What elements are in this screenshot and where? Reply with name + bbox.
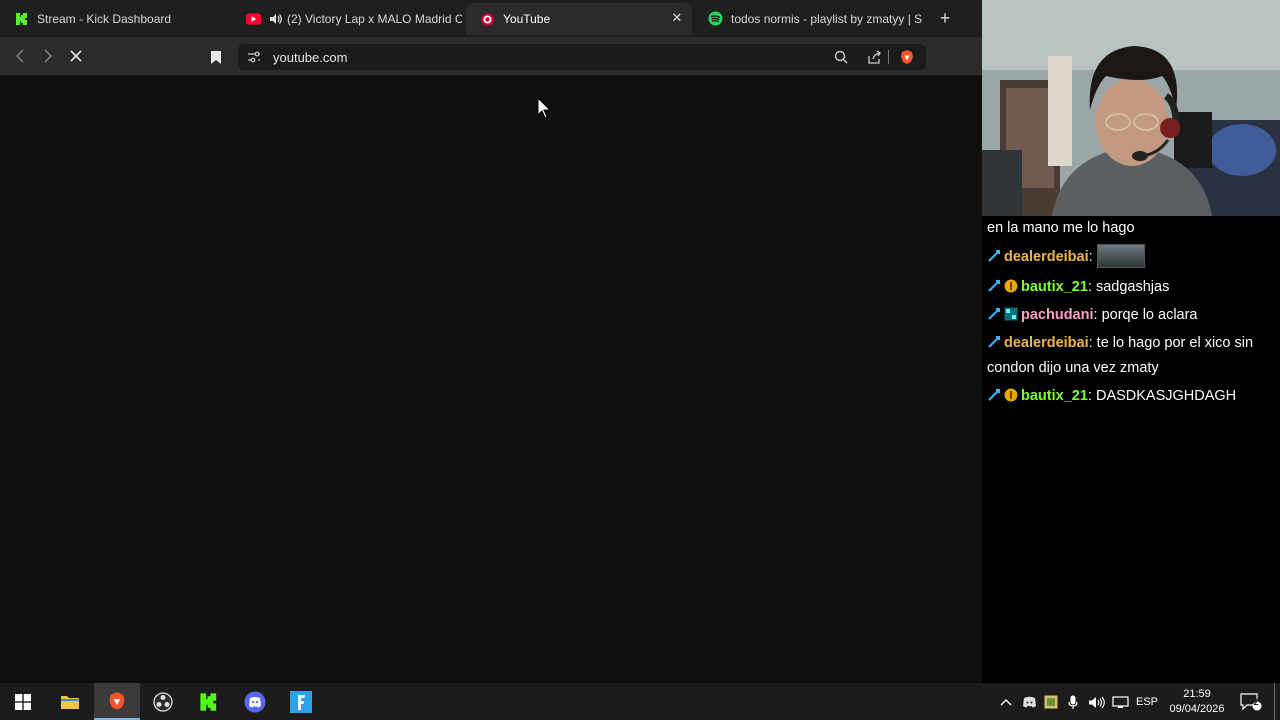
stream-chat: en la mano me lo hago dealerdeibai: baut… <box>987 216 1277 409</box>
chat-message: bautix_21: DASDKASJGHDAGH <box>987 384 1277 409</box>
discord-icon[interactable] <box>232 683 278 720</box>
chat-username[interactable]: dealerdeibai <box>1004 249 1089 265</box>
kick-verified-icon <box>987 247 1001 262</box>
close-tab-icon[interactable]: ✕ <box>670 11 684 25</box>
divider <box>888 50 889 64</box>
site-settings-icon[interactable] <box>246 49 262 65</box>
tab-title: todos normis - playlist by zmatyy | Sp <box>731 11 922 26</box>
taskbar-clock[interactable]: 21:59 09/04/2026 <box>1166 687 1228 717</box>
clock-date: 09/04/2026 <box>1169 703 1225 715</box>
back-button[interactable] <box>10 46 30 66</box>
brave-browser-icon[interactable] <box>94 683 140 720</box>
chat-text: sadgashjas <box>1091 279 1170 295</box>
microphone-icon[interactable] <box>1064 692 1082 712</box>
file-explorer-icon[interactable] <box>47 683 93 720</box>
tab-title: Stream - Kick Dashboard <box>37 11 172 26</box>
chat-text: DASDKASJGHDAGH <box>1091 388 1237 404</box>
chat-message: pachudani: porqe lo aclara <box>987 303 1277 328</box>
webcam-feed <box>982 0 1280 216</box>
browser-toolbar: youtube.com <box>0 37 982 76</box>
chat-message: en la mano me lo hago <box>987 216 1277 241</box>
youtube-loading-icon <box>480 12 495 27</box>
bookmark-icon[interactable] <box>206 47 226 67</box>
kick-logo-icon <box>14 11 29 26</box>
browser-window: Stream - Kick Dashboard (2) Victory Lap … <box>0 0 982 683</box>
subscriber-badge-icon <box>1004 386 1018 402</box>
kick-app-icon[interactable] <box>186 683 232 720</box>
fortnite-icon[interactable] <box>278 683 324 720</box>
windows-start-button[interactable] <box>0 683 46 720</box>
spotify-logo-icon <box>708 11 723 26</box>
stop-loading-button[interactable] <box>66 46 86 66</box>
chat-username[interactable]: dealerdeibai <box>1004 335 1089 351</box>
show-hidden-icons-chevron-icon[interactable] <box>998 692 1014 712</box>
notification-count: 2 <box>1253 697 1259 707</box>
chat-username[interactable]: bautix_21 <box>1021 388 1088 404</box>
kick-verified-icon <box>987 386 1001 401</box>
search-icon[interactable] <box>833 49 849 65</box>
speaker-icon[interactable] <box>269 11 282 26</box>
show-desktop-button[interactable] <box>1274 683 1275 720</box>
obs-studio-icon[interactable] <box>140 683 186 720</box>
language-indicator[interactable]: ESP <box>1134 692 1160 712</box>
chat-emote-image <box>1096 244 1145 268</box>
windows-taskbar: ESP 21:59 09/04/2026 2 <box>0 683 1280 720</box>
chat-username[interactable]: bautix_21 <box>1021 279 1088 295</box>
tab-kick-dashboard[interactable]: Stream - Kick Dashboard <box>0 0 230 37</box>
forward-button[interactable] <box>38 46 58 66</box>
chat-message: bautix_21: sadgashjas <box>987 275 1277 300</box>
subscriber-badge-icon <box>1004 277 1018 293</box>
tab-youtube[interactable]: YouTube ✕ <box>466 3 692 35</box>
chat-separator: : <box>1088 249 1093 265</box>
new-tab-button[interactable]: + <box>936 9 954 27</box>
kick-verified-icon <box>987 277 1001 292</box>
mouse-cursor-icon <box>537 96 552 119</box>
chat-message: dealerdeibai: <box>987 244 1277 270</box>
chat-text: porqe lo aclara <box>1097 307 1198 323</box>
chat-username[interactable]: pachudani <box>1021 307 1094 323</box>
tab-spotify-playlist[interactable]: todos normis - playlist by zmatyy | Sp <box>694 0 922 37</box>
volume-icon[interactable] <box>1086 692 1106 712</box>
share-icon[interactable] <box>866 49 882 65</box>
address-text: youtube.com <box>273 50 348 65</box>
kick-verified-icon <box>987 333 1001 348</box>
discord-tray-icon[interactable] <box>1020 692 1038 712</box>
tab-strip: Stream - Kick Dashboard (2) Victory Lap … <box>0 0 982 37</box>
notification-center-icon[interactable]: 2 <box>1238 692 1264 712</box>
clock-time: 21:59 <box>1183 688 1211 700</box>
tab-title: YouTube <box>503 12 551 26</box>
page-content-loading <box>0 77 982 683</box>
brave-shields-icon[interactable] <box>899 49 915 65</box>
app-tray-icon[interactable] <box>1042 692 1060 712</box>
tab-title: (2) Victory Lap x MALO Madrid C <box>287 11 462 26</box>
og-badge-icon <box>1004 305 1018 321</box>
youtube-logo-icon <box>246 11 261 26</box>
tab-victory-lap[interactable]: (2) Victory Lap x MALO Madrid C <box>232 0 462 37</box>
address-bar[interactable]: youtube.com <box>238 44 926 70</box>
chat-text: en la mano me lo hago <box>987 220 1135 236</box>
chat-message: dealerdeibai: te lo hago por el xico sin… <box>987 331 1277 381</box>
network-icon[interactable] <box>1110 692 1130 712</box>
kick-verified-icon <box>987 305 1001 320</box>
